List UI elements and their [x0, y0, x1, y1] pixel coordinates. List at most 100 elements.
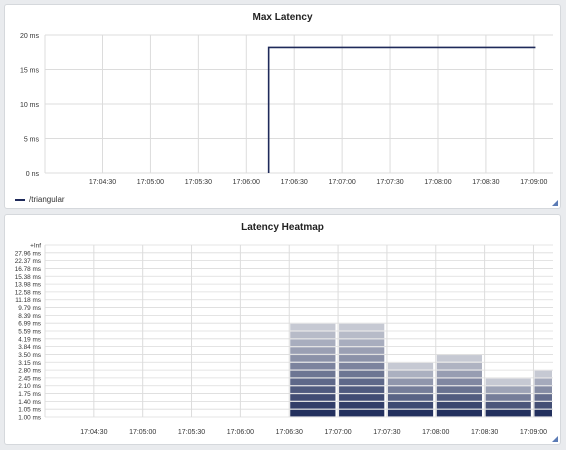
heatmap-cell [436, 378, 482, 386]
x-tick-label: 17:05:30 [178, 429, 205, 436]
x-tick-label: 17:07:30 [376, 179, 403, 186]
y-bucket-label: 5.59 ms [18, 329, 41, 336]
legend: /triangular [15, 195, 65, 204]
x-tick-label: 17:09:00 [520, 179, 547, 186]
heatmap-cell [534, 370, 552, 378]
x-tick-label: 17:08:00 [422, 429, 449, 436]
heatmap-cell [290, 394, 336, 401]
y-bucket-label: 11.18 ms [15, 297, 41, 304]
heatmap-cell [387, 394, 434, 401]
heatmap-cell [387, 401, 434, 409]
y-bucket-label: 22.37 ms [15, 258, 41, 265]
y-bucket-label: 2.80 ms [18, 368, 41, 375]
heatmap-cell [485, 386, 531, 393]
y-bucket-label: 3.15 ms [18, 360, 41, 367]
heatmap-cell [387, 378, 434, 386]
latency-heatmap-panel: Latency Heatmap 1.00 ms 1.05 ms 1.40 ms 1.7… [4, 214, 561, 445]
heatmap-cell [339, 355, 385, 362]
heatmap-cell [290, 339, 336, 347]
heatmap-cell [485, 409, 531, 417]
heatmap-cell [339, 323, 385, 331]
latency-heatmap-chart: 1.00 ms1.05 ms1.40 ms1.75 ms2.10 ms2.45 … [15, 243, 553, 436]
y-tick-label: 5 ms [24, 137, 40, 144]
heatmap-cell [534, 401, 552, 409]
heatmap-cell [534, 394, 552, 401]
x-tick-label: 17:05:00 [137, 179, 164, 186]
y-bucket-label: 13.98 ms [15, 282, 41, 289]
heatmap-cell [534, 409, 552, 417]
heatmap-cell [436, 409, 482, 417]
y-bucket-label: 15.38 ms [15, 274, 41, 281]
heatmap-cell [339, 362, 385, 370]
y-bucket-label: 1.75 ms [18, 391, 41, 398]
x-tick-label: 17:06:30 [281, 179, 308, 186]
heatmap-cell [436, 362, 482, 370]
y-bucket-label: 3.50 ms [18, 352, 41, 359]
y-bucket-label: 8.39 ms [18, 313, 41, 320]
x-tick-label: 17:06:30 [276, 429, 303, 436]
legend-label[interactable]: /triangular [29, 195, 65, 204]
heatmap-cell [339, 378, 385, 386]
y-bucket-label: 12.58 ms [15, 289, 41, 296]
heatmap-cell [436, 394, 482, 401]
y-bucket-label: 2.45 ms [18, 375, 41, 382]
heatmap-cell [387, 362, 434, 370]
heatmap-cell [485, 401, 531, 409]
series-line [267, 46, 536, 173]
x-tick-label: 17:04:30 [80, 429, 107, 436]
corner-resize-icon[interactable] [552, 200, 558, 206]
x-tick-label: 17:04:30 [89, 179, 116, 186]
heatmap-cell [485, 378, 531, 386]
heatmap-cell [290, 386, 336, 393]
y-bucket-label: 3.84 ms [18, 344, 41, 351]
x-tick-label: 17:07:00 [329, 179, 356, 186]
y-bucket-label: 6.99 ms [18, 321, 41, 328]
legend-swatch [15, 198, 25, 201]
y-bucket-label: 27.96 ms [15, 250, 41, 257]
y-tick-label: 15 ms [20, 68, 40, 75]
panel-title[interactable]: Latency Heatmap [5, 222, 560, 233]
y-bucket-label: 4.19 ms [18, 336, 41, 343]
x-tick-label: 17:08:30 [471, 429, 498, 436]
heatmap-cell [534, 386, 552, 393]
heatmap-cell [387, 370, 434, 378]
heatmap-cell [387, 409, 434, 417]
heatmap-cell [339, 331, 385, 339]
heatmap-cell [339, 401, 385, 409]
heatmap-cell [290, 362, 336, 370]
heatmap-cell [534, 378, 552, 386]
y-bucket-label: 1.00 ms [18, 415, 41, 422]
y-bucket-label: 9.79 ms [18, 305, 41, 312]
y-bucket-label: 1.40 ms [18, 399, 41, 406]
heatmap-cell [436, 401, 482, 409]
x-tick-label: 17:05:30 [185, 179, 212, 186]
heatmap-cell [436, 370, 482, 378]
panel-title[interactable]: Max Latency [5, 12, 560, 23]
heatmap-cell [339, 386, 385, 393]
heatmap-cell [290, 323, 336, 331]
x-tick-label: 17:08:30 [472, 179, 499, 186]
heatmap-cell [290, 370, 336, 378]
y-bucket-label: +Inf [30, 243, 41, 250]
heatmap-cell [339, 370, 385, 378]
x-tick-label: 17:07:30 [373, 429, 400, 436]
corner-resize-icon[interactable] [552, 436, 558, 442]
heatmap-cell [290, 347, 336, 354]
heatmap-cell [339, 347, 385, 354]
y-bucket-label: 1.05 ms [18, 407, 41, 414]
max-latency-panel: Max Latency 20 ms 15 ms 10 ms 5 ms 0 ns 17:04… [4, 4, 561, 209]
heatmap-cell [339, 409, 385, 417]
x-tick-label: 17:06:00 [227, 429, 254, 436]
heatmap-cell [339, 339, 385, 347]
x-tick-label: 17:06:00 [233, 179, 260, 186]
y-tick-label: 20 ms [20, 33, 40, 40]
heatmap-cell [290, 409, 336, 417]
heatmap-cell [290, 331, 336, 339]
x-tick-label: 17:08:00 [424, 179, 451, 186]
heatmap-cell [485, 394, 531, 401]
x-tick-label: 17:07:00 [324, 429, 351, 436]
heatmap-cell [436, 355, 482, 362]
y-tick-label: 0 ns [26, 171, 40, 178]
x-tick-label: 17:09:00 [520, 429, 547, 436]
heatmap-cell [290, 355, 336, 362]
